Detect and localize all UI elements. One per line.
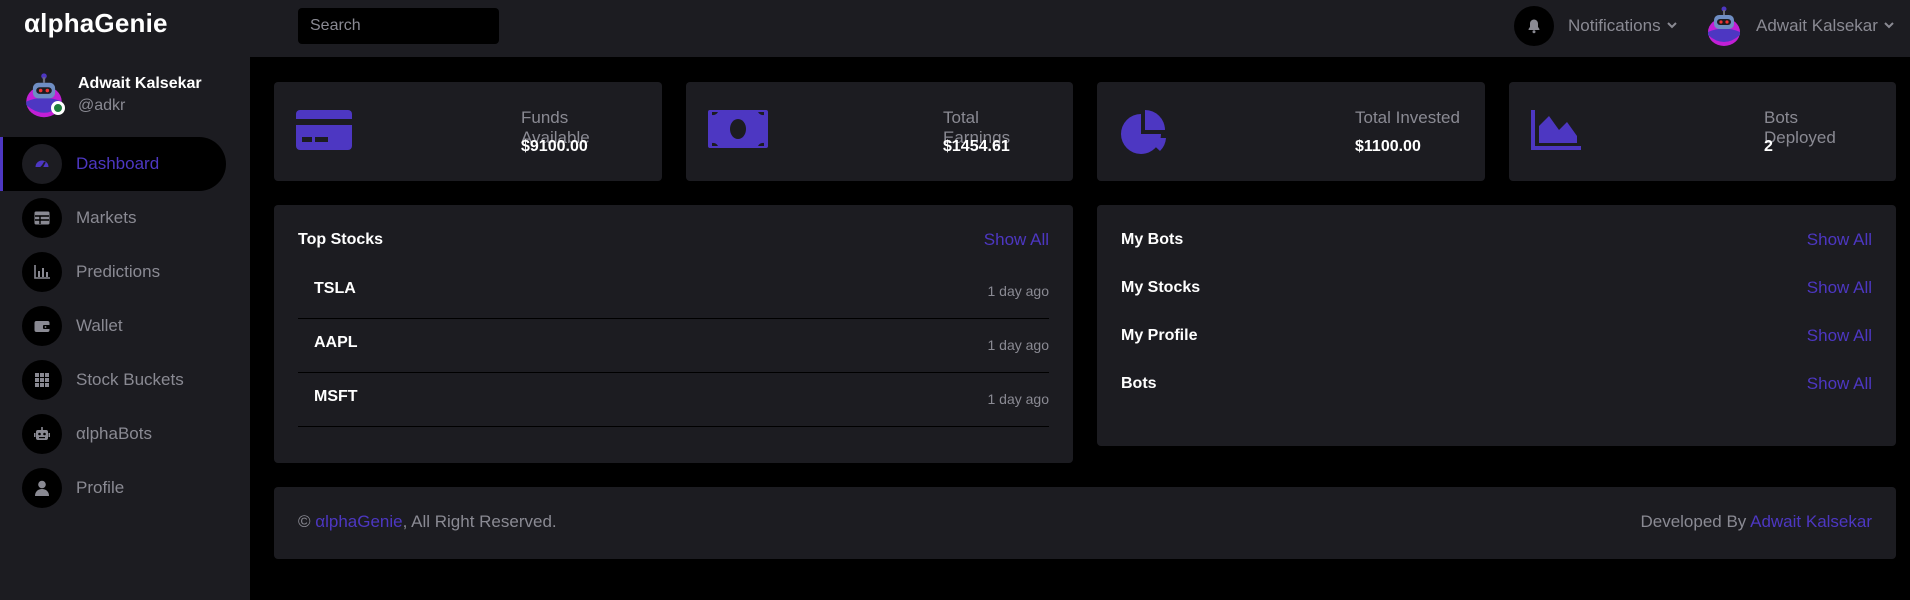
online-status-dot — [51, 101, 65, 115]
bar-chart-icon — [22, 252, 62, 292]
show-all-link[interactable]: Show All — [1807, 326, 1872, 346]
avatar — [24, 71, 65, 119]
profile-name: Adwait Kalsekar — [78, 75, 202, 92]
robot-avatar-icon — [1708, 6, 1740, 46]
stock-timestamp: 1 day ago — [987, 283, 1050, 299]
sidebar-profile[interactable]: Adwait Kalsekar @adkr — [24, 71, 202, 119]
sidebar-item-predictions[interactable]: Predictions — [0, 245, 250, 299]
sidebar-item-label: αlphaBots — [76, 424, 152, 443]
developer-link[interactable]: Adwait Kalsekar — [1750, 512, 1872, 531]
stock-symbol: MSFT — [314, 388, 358, 405]
sidebar-item-label: Markets — [76, 208, 137, 227]
stat-value: $1100.00 — [1355, 138, 1421, 155]
panel-title: Top Stocks — [298, 231, 384, 248]
top-bar: αlphaGenie Notifications Adwait Kalsekar — [0, 0, 1910, 57]
speedometer-icon — [22, 144, 62, 184]
user-name-label: Adwait Kalsekar — [1756, 16, 1878, 35]
sidebar-item-dashboard[interactable]: Dashboard — [0, 137, 226, 191]
sidebar-item-markets[interactable]: Markets — [0, 191, 250, 245]
stat-label: Total Invested — [1355, 108, 1460, 127]
sidebar-item-label: Stock Buckets — [76, 370, 184, 389]
sidebar-item-label: Wallet — [76, 316, 123, 335]
profile-handle: @adkr — [78, 97, 126, 114]
stat-card-funds-available: Funds Available $9100.00 — [274, 82, 662, 181]
link-label-my-stocks: My Stocks — [1121, 279, 1201, 296]
user-menu-dropdown[interactable]: Adwait Kalsekar — [1706, 5, 1894, 47]
link-label-bots: Bots — [1121, 375, 1157, 392]
stat-card-total-earnings: Total Earnings $1454.61 — [686, 82, 1073, 181]
sidebar: Adwait Kalsekar @adkr Dashboard Markets … — [0, 57, 250, 600]
sidebar-item-alphabots[interactable]: αlphaBots — [0, 407, 250, 461]
sidebar-item-label: Profile — [76, 478, 125, 497]
developed-by-text: Developed By — [1640, 512, 1747, 531]
show-all-link[interactable]: Show All — [1807, 278, 1872, 298]
stat-label: Bots Deployed — [1764, 108, 1836, 147]
wallet-icon — [22, 306, 62, 346]
footer: © αlphaGenie, All Right Reserved. Develo… — [274, 487, 1896, 559]
stat-card-total-invested: Total Invested $1100.00 — [1097, 82, 1485, 181]
area-chart-icon — [1531, 110, 1581, 150]
show-all-link[interactable]: Show All — [984, 230, 1049, 250]
stat-value: $9100.00 — [521, 138, 588, 155]
grid-icon — [22, 360, 62, 400]
credit-card-icon — [296, 110, 352, 150]
notifications-label: Notifications — [1568, 16, 1661, 35]
search-input[interactable] — [298, 8, 499, 44]
footer-brand-link[interactable]: αlphaGenie — [315, 512, 402, 531]
show-all-link[interactable]: Show All — [1807, 374, 1872, 394]
footer-copyright: © αlphaGenie, All Right Reserved. — [298, 512, 557, 532]
money-bill-icon — [708, 110, 768, 148]
stat-value: 2 — [1764, 138, 1773, 155]
footer-rights-text: , All Right Reserved. — [402, 512, 557, 531]
sidebar-nav: Dashboard Markets Predictions Wallet Sto… — [0, 137, 250, 515]
top-stocks-panel: Top Stocks Show All TSLA 1 day ago AAPL … — [274, 205, 1073, 463]
footer-credits: Developed By Adwait Kalsekar — [1640, 512, 1872, 532]
user-icon — [22, 468, 62, 508]
pie-chart-icon — [1121, 110, 1166, 154]
table-row[interactable]: TSLA 1 day ago — [298, 265, 1049, 319]
link-label-my-bots: My Bots — [1121, 231, 1184, 248]
stock-symbol: AAPL — [314, 334, 358, 351]
stat-card-bots-deployed: Bots Deployed 2 — [1509, 82, 1896, 181]
stat-value: $1454.61 — [943, 138, 1010, 155]
stock-symbol: TSLA — [314, 280, 356, 297]
stock-timestamp: 1 day ago — [987, 337, 1050, 353]
link-label-my-profile: My Profile — [1121, 327, 1198, 344]
notifications-dropdown[interactable]: Notifications — [1514, 5, 1677, 47]
table-row[interactable]: MSFT 1 day ago — [298, 373, 1049, 427]
sidebar-item-label: Predictions — [76, 262, 161, 281]
sidebar-item-label: Dashboard — [76, 154, 160, 173]
sidebar-item-stock-buckets[interactable]: Stock Buckets — [0, 353, 250, 407]
chevron-down-icon — [1666, 20, 1677, 32]
show-all-link[interactable]: Show All — [1807, 230, 1872, 250]
table-row[interactable]: AAPL 1 day ago — [298, 319, 1049, 373]
table-icon — [22, 198, 62, 238]
sidebar-item-wallet[interactable]: Wallet — [0, 299, 250, 353]
chevron-down-icon — [1884, 20, 1894, 32]
quick-links-panel: My Bots Show All My Stocks Show All My P… — [1097, 205, 1896, 446]
stock-timestamp: 1 day ago — [987, 391, 1050, 407]
app-logo[interactable]: αlphaGenie — [24, 8, 168, 39]
bell-icon — [1514, 6, 1554, 46]
sidebar-item-profile[interactable]: Profile — [0, 461, 250, 515]
robot-icon — [22, 414, 62, 454]
copyright-symbol: © — [298, 512, 311, 531]
